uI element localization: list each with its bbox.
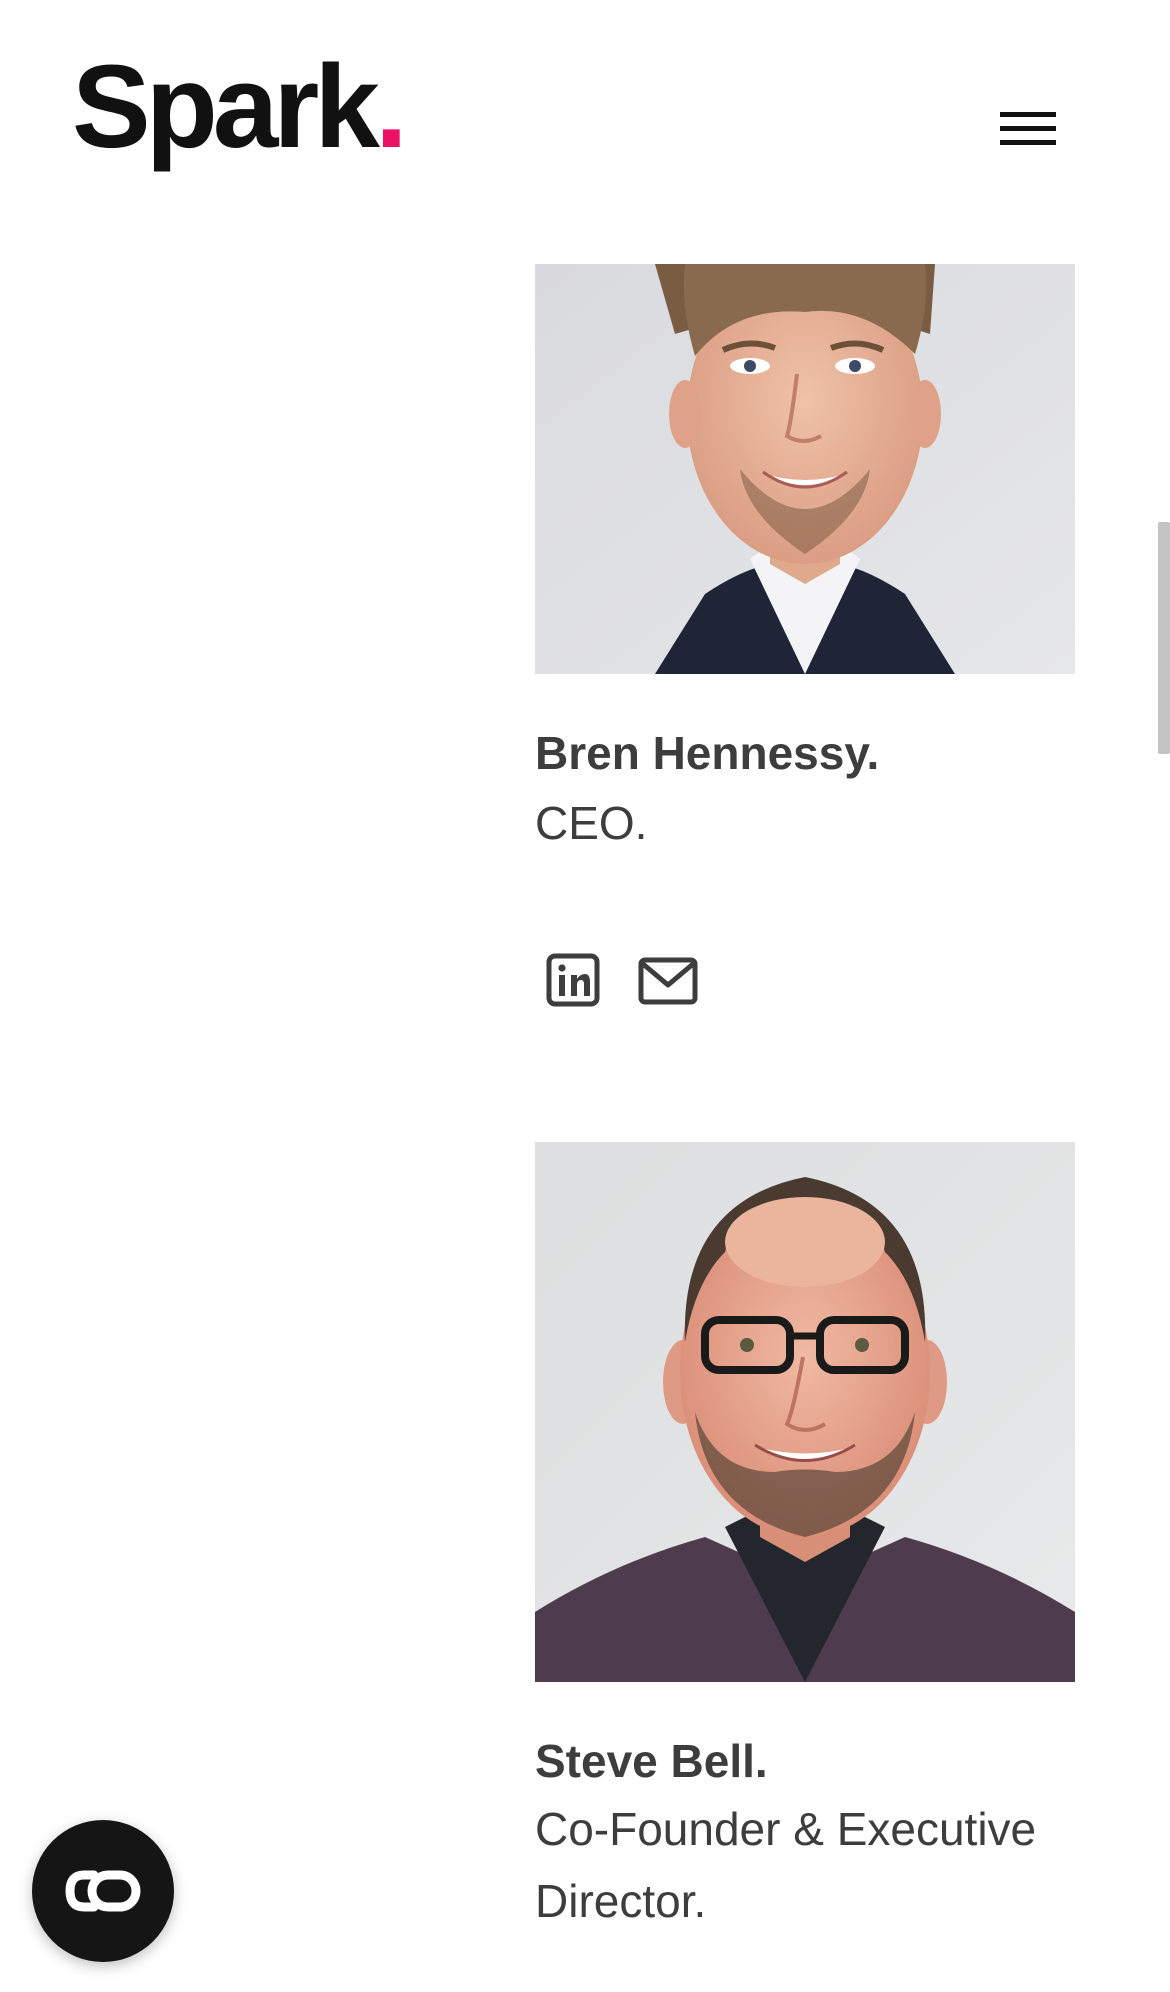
accessibility-toggle-button[interactable]	[32, 1820, 174, 1962]
team-member-role: CEO.	[535, 797, 648, 850]
team-member-card: Bren Hennessy. CEO.	[535, 264, 1075, 1009]
team-member-photo	[535, 264, 1075, 674]
scrollbar-thumb[interactable]	[1158, 522, 1170, 754]
email-icon[interactable]	[637, 953, 699, 1009]
team-member-photo	[535, 1142, 1075, 1682]
logo-dot: .	[374, 41, 408, 173]
logo-text: Spark	[72, 41, 380, 173]
team-member-name: Steve Bell.	[535, 1735, 768, 1787]
menu-line	[1000, 126, 1056, 131]
menu-line	[1000, 112, 1056, 117]
team-member-name: Bren Hennessy.	[535, 727, 880, 779]
team-member-card: Steve Bell. Co-Founder & Executive Direc…	[535, 1142, 1075, 1937]
team-member-role: Co-Founder & Executive Director.	[535, 1803, 1037, 1928]
hamburger-menu-icon[interactable]	[1000, 108, 1060, 152]
menu-line	[1000, 140, 1056, 145]
team-page: Spark. Bren Hennessy. CEO. Steve Bell. C…	[0, 0, 1170, 1992]
social-links	[535, 953, 1075, 1009]
linkedin-icon[interactable]	[545, 953, 607, 1009]
spark-logo[interactable]: Spark.	[72, 48, 408, 166]
accessibility-toggle-icon	[65, 1870, 141, 1912]
